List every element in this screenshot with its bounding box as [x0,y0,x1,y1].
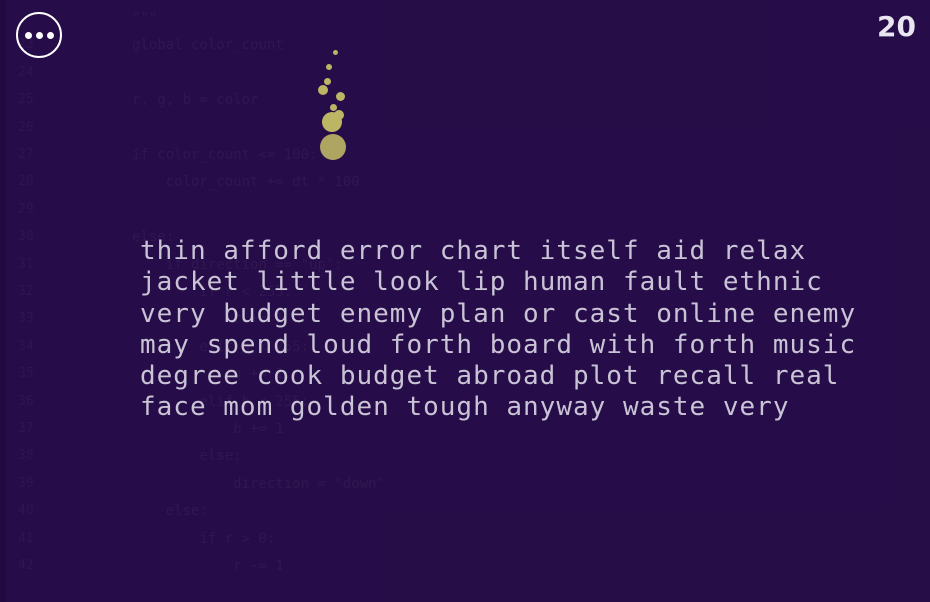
words-line: degree cook budget abroad plot recall re… [140,361,840,392]
words-line: face mom golden tough anyway waste very [140,392,790,423]
particle [336,92,345,101]
words-line: very budget enemy plan or cast online en… [140,298,857,329]
particle [333,50,338,55]
particle [334,110,344,120]
score-counter: 20 [877,10,916,43]
menu-button[interactable] [16,12,62,58]
more-horizontal-icon [46,31,54,39]
words-line: may spend loud forth board with forth mu… [140,329,857,360]
particle [320,134,346,160]
particle [318,85,328,95]
typing-words: thin afford error chart itself aid relax… [140,236,860,424]
particle [324,78,331,85]
particle-effect [300,40,370,170]
more-horizontal-icon [24,31,32,39]
words-line: thin afford error chart itself aid relax [140,236,807,266]
more-horizontal-icon [35,31,43,39]
words-line: jacket little look lip human fault ethni… [140,267,823,298]
particle [326,64,332,70]
